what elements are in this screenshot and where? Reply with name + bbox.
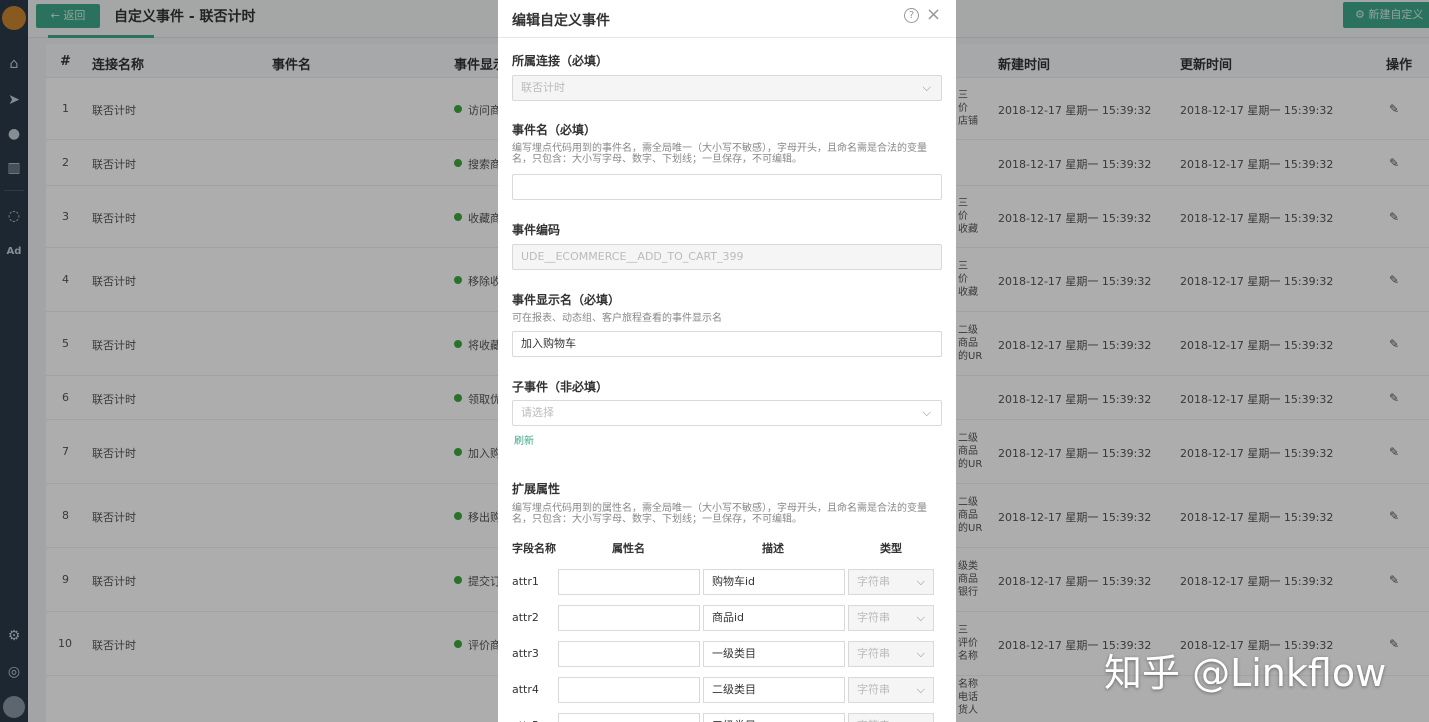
chevron-down-icon: ⌵ xyxy=(916,611,925,624)
attr-type-select: 字符串 ⌵ xyxy=(848,677,934,703)
edit-event-modal: 编辑自定义事件 ? × 所属连接（必填） 联否计时 ⌵ 事件名（必填） 编写埋点… xyxy=(498,0,956,722)
attr-name-input[interactable] xyxy=(558,677,700,703)
close-icon[interactable]: × xyxy=(926,4,941,25)
attr-field-name: attr3 xyxy=(512,647,539,660)
attr-type-select: 字符串 ⌵ xyxy=(848,569,934,595)
chevron-down-icon: ⌵ xyxy=(916,575,925,588)
attr-col-name: 属性名 xyxy=(612,542,645,555)
chevron-down-icon: ⌵ xyxy=(922,406,931,419)
sub-event-placeholder: 请选择 xyxy=(521,406,554,419)
display-name-hint: 可在报表、动态组、客户旅程查看的事件显示名 xyxy=(512,313,722,324)
connection-value: 联否计时 xyxy=(521,81,565,94)
attr-name-input[interactable] xyxy=(558,605,700,631)
attr-type-value: 字符串 xyxy=(857,647,890,660)
display-name-input[interactable]: 加入购物车 xyxy=(512,331,942,357)
attr-type-select: 字符串 ⌵ xyxy=(848,641,934,667)
attr-desc-input[interactable]: 购物车id xyxy=(703,569,845,595)
event-name-hint: 编写埋点代码用到的事件名，需全局唯一（大小写不敏感），字母开头，且命名需是合法的… xyxy=(512,143,927,165)
attr-desc-input[interactable]: 一级类目 xyxy=(703,641,845,667)
help-icon[interactable]: ? xyxy=(904,8,919,23)
chevron-down-icon: ⌵ xyxy=(916,647,925,660)
attr-name-input[interactable] xyxy=(558,641,700,667)
attr-type-select: 字符串 ⌵ xyxy=(848,605,934,631)
attr-desc-input[interactable]: 二级类目 xyxy=(703,677,845,703)
attr-col-type: 类型 xyxy=(880,542,902,555)
event-code-label: 事件编码 xyxy=(512,223,561,237)
attr-name-input[interactable] xyxy=(558,713,700,722)
attr-desc-input[interactable]: 三级类目 xyxy=(703,713,845,722)
attr-field-name: attr1 xyxy=(512,575,539,588)
connection-select: 联否计时 ⌵ xyxy=(512,75,942,101)
attr-name-input[interactable] xyxy=(558,569,700,595)
attr-col-desc: 描述 xyxy=(762,542,784,555)
attr-field-name: attr2 xyxy=(512,611,539,624)
display-name-label: 事件显示名（必填） xyxy=(512,293,621,307)
connection-label: 所属连接（必填） xyxy=(512,54,609,68)
modal-title: 编辑自定义事件 xyxy=(512,13,610,29)
chevron-down-icon: ⌵ xyxy=(922,81,931,94)
sub-event-label: 子事件（非必填） xyxy=(512,380,609,394)
sub-event-select[interactable]: 请选择 ⌵ xyxy=(512,400,942,426)
watermark: 知乎 @Linkflow xyxy=(1104,651,1387,695)
event-name-input[interactable] xyxy=(512,174,942,200)
event-code-field: UDE__ECOMMERCE__ADD_TO_CART_399 xyxy=(512,244,942,270)
modal-header: 编辑自定义事件 ? × xyxy=(498,0,956,38)
attr-field-name: attr4 xyxy=(512,683,539,696)
refresh-link[interactable]: 刷新 xyxy=(514,432,534,447)
attr-col-field: 字段名称 xyxy=(512,542,556,555)
chevron-down-icon: ⌵ xyxy=(917,714,925,722)
attr-type-value: 字符串 xyxy=(857,683,890,696)
event-name-label: 事件名（必填） xyxy=(512,123,597,137)
chevron-down-icon: ⌵ xyxy=(916,683,925,696)
attr-type-select: 字符串⌵ xyxy=(848,713,934,722)
attr-desc-input[interactable]: 商品id xyxy=(703,605,845,631)
ext-attrs-label: 扩展属性 xyxy=(512,482,561,496)
attr-type-value: 字符串 xyxy=(857,575,890,588)
ext-attrs-hint: 编写埋点代码用到的属性名，需全局唯一（大小写不敏感），字母开头，且命名需是合法的… xyxy=(512,503,927,525)
attr-type-value: 字符串 xyxy=(857,611,890,624)
